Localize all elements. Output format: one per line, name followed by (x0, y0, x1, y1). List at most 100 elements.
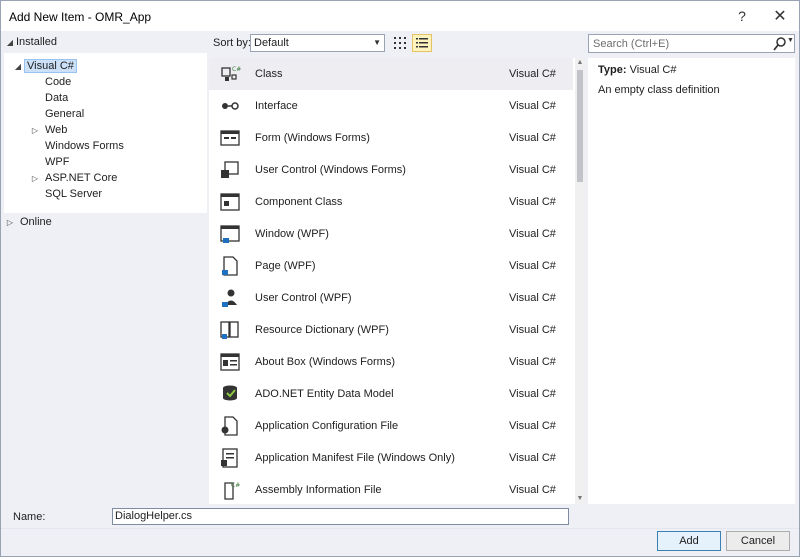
template-row-interface[interactable]: Interface Visual C# (209, 90, 573, 122)
resource-dictionary-icon (220, 321, 239, 339)
template-name: Application Manifest File (Windows Only) (255, 452, 455, 464)
template-name: Assembly Information File (255, 484, 382, 496)
collapsed-arrow-icon[interactable]: ▷ (29, 126, 41, 135)
sort-by-dropdown[interactable]: Default ▼ (250, 34, 385, 52)
template-language: Visual C# (509, 484, 556, 496)
template-name: User Control (WPF) (255, 292, 352, 304)
chevron-down-icon: ▼ (373, 38, 381, 47)
wpf-page-icon (222, 256, 238, 276)
template-language: Visual C# (509, 68, 556, 80)
window-title: Add New Item - OMR_App (9, 10, 152, 24)
template-row-resource-dictionary[interactable]: Resource Dictionary (WPF) Visual C# (209, 314, 573, 346)
template-language: Visual C# (509, 420, 556, 432)
template-row-user-control[interactable]: User Control (Windows Forms) Visual C# (209, 154, 573, 186)
expanded-arrow-icon[interactable]: ◢ (12, 62, 24, 71)
class-icon: C# (221, 66, 241, 81)
template-language: Visual C# (509, 260, 556, 272)
tree-item-label: WPF (45, 156, 70, 168)
name-field[interactable]: DialogHelper.cs (112, 508, 569, 525)
search-input[interactable]: Search (Ctrl+E) (593, 38, 669, 50)
tree-item-web[interactable]: ▷ Web (29, 122, 71, 138)
tree-item-general[interactable]: General (41, 106, 88, 122)
template-name: Application Configuration File (255, 420, 399, 432)
tree-item-code[interactable]: Code (41, 74, 75, 90)
tree-item-label: Data (45, 92, 69, 104)
template-language: Visual C# (509, 164, 556, 176)
category-tree-pane: ◢ Installed ◢ Visual C# Code Data Genera… (4, 31, 207, 504)
list-view-icon (416, 38, 428, 48)
cancel-button[interactable]: Cancel (726, 531, 790, 551)
template-row-page-wpf[interactable]: Page (WPF) Visual C# (209, 250, 573, 282)
template-list-scrollbar[interactable]: ▲ ▼ (575, 58, 585, 504)
template-row-window-wpf[interactable]: Window (WPF) Visual C# (209, 218, 573, 250)
type-label: Type: (598, 64, 627, 76)
tree-item-label: Web (45, 124, 68, 136)
template-row-about-box[interactable]: About Box (Windows Forms) Visual C# (209, 346, 573, 378)
template-name: Component Class (255, 196, 343, 208)
template-language: Visual C# (509, 132, 556, 144)
user-control-icon (221, 161, 239, 178)
template-row-component-class[interactable]: Component Class Visual C# (209, 186, 573, 218)
tree-item-wpf[interactable]: WPF (41, 154, 73, 170)
type-line: Type: Visual C# (598, 64, 676, 76)
close-button[interactable]: ✕ (763, 1, 797, 31)
tree-item-aspnet-core[interactable]: ▷ ASP.NET Core (29, 170, 121, 186)
collapsed-arrow-icon[interactable]: ▷ (29, 174, 41, 183)
template-row-form[interactable]: Form (Windows Forms) Visual C# (209, 122, 573, 154)
scroll-down-icon[interactable]: ▼ (575, 494, 585, 504)
template-row-entity-data-model[interactable]: ADO.NET Entity Data Model Visual C# (209, 378, 573, 410)
sort-by-value: Default (254, 37, 289, 49)
search-box[interactable]: Search (Ctrl+E) ▼ (588, 34, 795, 53)
installed-tree-panel: ◢ Visual C# Code Data General ▷ Web Wind… (4, 53, 207, 213)
template-name: Class (255, 68, 283, 80)
template-row-app-manifest-file[interactable]: Application Manifest File (Windows Only)… (209, 442, 573, 474)
add-new-item-dialog: Add New Item - OMR_App ? ✕ ◢ Installed ◢… (0, 0, 800, 557)
svg-text:C#: C# (232, 66, 241, 73)
title-bar: Add New Item - OMR_App ? ✕ (1, 1, 799, 31)
sort-by-label: Sort by: (213, 37, 251, 49)
expanded-arrow-icon[interactable]: ◢ (4, 38, 16, 47)
wpf-window-icon (220, 225, 240, 243)
tree-item-windows-forms[interactable]: Windows Forms (41, 138, 128, 154)
grid-view-icon (394, 37, 406, 49)
sort-toolbar: Sort by: Default ▼ (210, 33, 435, 53)
wpf-user-control-icon (222, 289, 237, 307)
bottom-separator (1, 528, 799, 529)
search-icon[interactable] (773, 36, 787, 52)
tree-item-sql-server[interactable]: SQL Server (41, 186, 106, 202)
template-row-assembly-info-file[interactable]: C# Assembly Information File Visual C# (209, 474, 573, 504)
about-box-icon (220, 353, 240, 371)
help-button[interactable]: ? (725, 1, 759, 31)
template-row-user-control-wpf[interactable]: User Control (WPF) Visual C# (209, 282, 573, 314)
template-name: Interface (255, 100, 298, 112)
tree-item-label: Installed (16, 36, 57, 48)
tree-item-label: Online (20, 216, 52, 228)
template-language: Visual C# (509, 228, 556, 240)
template-language: Visual C# (509, 388, 556, 400)
search-options-icon[interactable]: ▼ (787, 37, 794, 44)
tree-item-visual-csharp[interactable]: ◢ Visual C# (12, 58, 77, 74)
type-value: Visual C# (629, 64, 677, 76)
template-name: Page (WPF) (255, 260, 316, 272)
collapsed-arrow-icon[interactable]: ▷ (4, 218, 16, 227)
template-row-app-config-file[interactable]: Application Configuration File Visual C# (209, 410, 573, 442)
template-name: Form (Windows Forms) (255, 132, 370, 144)
template-row-class[interactable]: C# Class Visual C# (209, 58, 573, 90)
small-icons-view-button[interactable] (390, 34, 410, 52)
list-view-button[interactable] (412, 34, 432, 52)
template-language: Visual C# (509, 356, 556, 368)
template-name: About Box (Windows Forms) (255, 356, 395, 368)
scroll-up-icon[interactable]: ▲ (575, 58, 585, 68)
add-button[interactable]: Add (657, 531, 721, 551)
tree-item-installed[interactable]: ◢ Installed (4, 33, 207, 51)
manifest-file-icon (221, 448, 238, 468)
tree-item-data[interactable]: Data (41, 90, 72, 106)
component-class-icon (220, 193, 240, 211)
svg-text:C#: C# (231, 482, 240, 489)
template-name: Window (WPF) (255, 228, 329, 240)
scrollbar-thumb[interactable] (577, 70, 583, 182)
template-language: Visual C# (509, 100, 556, 112)
entity-data-model-icon (223, 385, 237, 401)
tree-item-online[interactable]: ▷ Online (4, 214, 56, 230)
form-icon (220, 130, 240, 146)
